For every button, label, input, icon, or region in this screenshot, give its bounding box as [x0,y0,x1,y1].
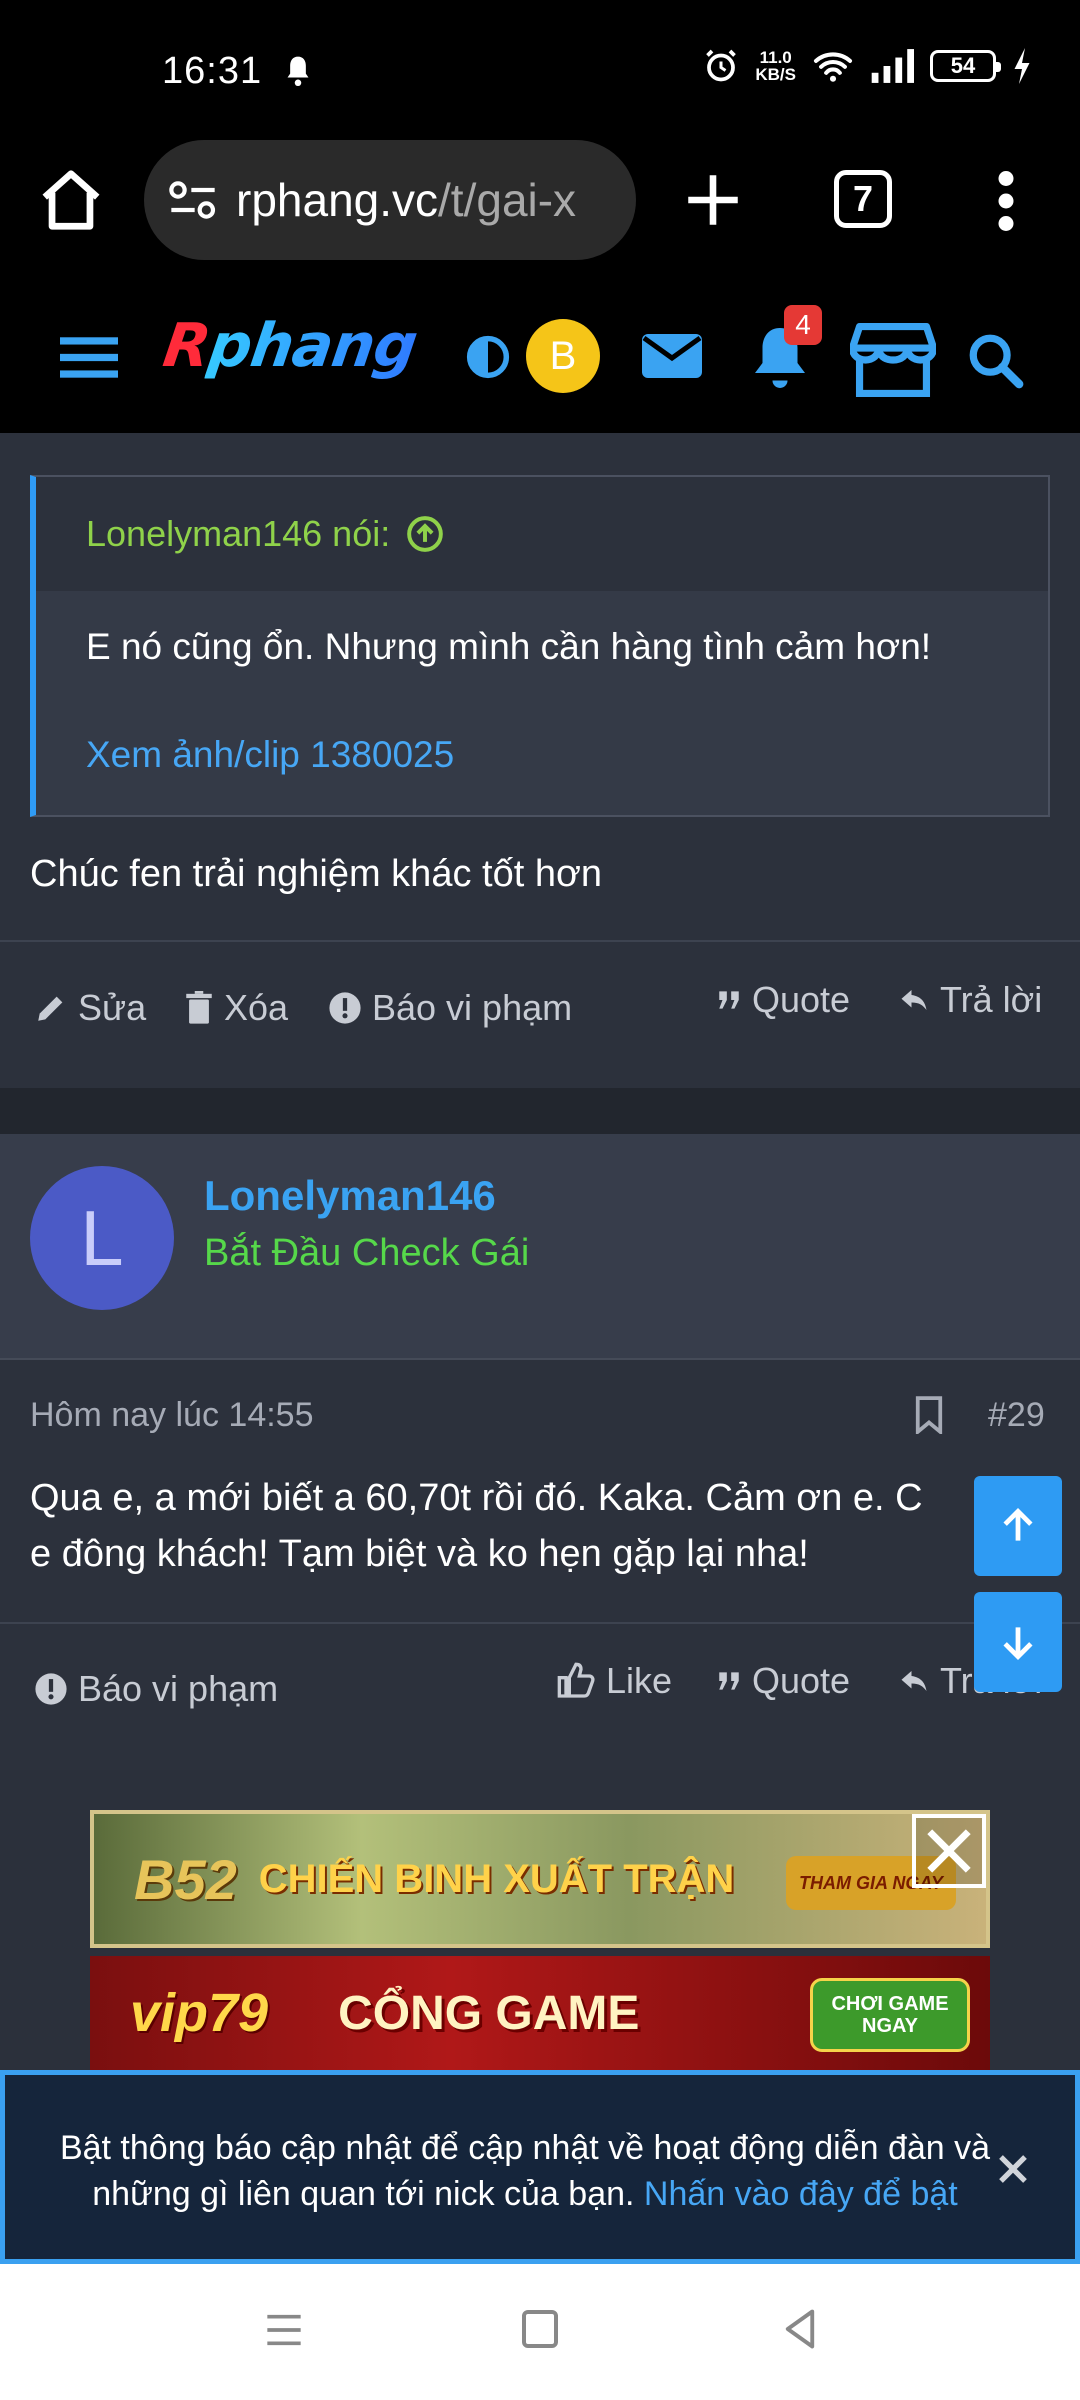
arrow-up-icon [1003,1507,1033,1541]
bookmark-icon[interactable] [914,1396,944,1434]
site-header: Rphang B 4 [0,265,1080,433]
browser-toolbar: rphang.vc/t/gai-x 7 [0,135,1080,265]
bell-icon [287,56,309,87]
post-text: Chúc fen trải nghiệm khác tốt hơn [30,853,603,895]
pencil-icon [38,996,63,1021]
report-button[interactable]: Báo vi phạm [34,1668,278,1710]
edit-button[interactable]: Sửa [34,987,146,1029]
post-separator [0,1088,1080,1134]
close-icon[interactable] [912,1814,986,1888]
home-icon[interactable] [36,165,106,235]
close-icon[interactable] [995,2151,1031,2187]
post-actions: Báo vi phạm Like Quote Trả lời [0,1654,1080,1724]
ad-logo: B52 [134,1847,237,1911]
quote-body: E nó cũng ổn. Nhưng mình cần hàng tình c… [36,591,1048,811]
trash-icon [186,991,212,1024]
status-time: 16:31 [162,50,263,92]
like-button[interactable]: Like [556,1660,672,1702]
site-logo[interactable]: Rphang [159,311,421,381]
enable-notifications-link[interactable]: Nhấn vào đây để bật [644,2175,958,2213]
post-previous: Lonelyman146 nói: E nó cũng ổn. Nhưng mì… [0,433,1080,1088]
post-29: L Lonelyman146 Bắt Đầu Check Gái Hôm nay… [0,1134,1080,1770]
tab-switcher-button[interactable]: 7 [834,170,892,228]
notification-count-badge: 4 [784,305,822,345]
user-avatar[interactable]: B [526,319,600,393]
push-notification-banner: Bật thông báo cập nhật để cập nhật về ho… [0,2070,1080,2264]
address-bar[interactable]: rphang.vc/t/gai-x [144,140,636,260]
new-tab-icon[interactable] [680,167,746,233]
quote-button[interactable]: Quote [716,1660,850,1702]
banner-ad-b52[interactable]: B52 CHIẾN BINH XUẤT TRẬN THAM GIA NGAY [90,1810,990,1948]
ad-headline: CỔNG GAME [338,1986,640,2040]
quote-header[interactable]: Lonelyman146 nói: [36,477,1048,591]
system-navigation-bar [0,2264,1080,2400]
battery-icon: 54 [930,50,1001,82]
mail-icon[interactable] [640,331,704,381]
post-text: Qua e, a mới biết a 60,70t rồi đó. Kaka.… [30,1477,923,1575]
recents-menu-icon[interactable] [264,2312,304,2348]
reply-icon [901,1671,927,1691]
theme-toggle-icon[interactable] [466,335,510,379]
alert-icon [35,1673,67,1705]
scroll-to-bottom-button[interactable] [974,1592,1062,1692]
divider [0,940,1080,942]
home-square-icon[interactable] [522,2310,558,2348]
quote-button[interactable]: Quote [716,979,850,1021]
ad-logo: vip79 [130,1983,269,2043]
scroll-to-top-button[interactable] [974,1476,1062,1576]
post-actions: Sửa Xóa Báo vi phạm Quote Trả lời [0,973,1080,1043]
charging-icon [1014,48,1030,84]
url-text: rphang.vc/t/gai-x [236,174,577,226]
quote-author: Lonelyman146 nói: [86,513,391,554]
quote-text: E nó cũng ổn. Nhưng mình cần hàng tình c… [86,626,932,667]
post-number[interactable]: #29 [988,1396,1045,1435]
status-icons: 11.0 KB/S 54 [703,48,1032,84]
thumbs-up-icon [557,1662,595,1698]
hamburger-menu-icon[interactable] [60,337,118,379]
net-speed: 11.0 KB/S [755,48,796,84]
ad-area: B52 CHIẾN BINH XUẤT TRẬN THAM GIA NGAY v… [0,1770,1080,2070]
site-settings-icon[interactable] [168,179,218,221]
quote-block: Lonelyman146 nói: E nó cũng ổn. Nhưng mì… [30,475,1050,817]
reply-button[interactable]: Trả lời [898,979,1042,1021]
store-icon[interactable] [850,321,936,399]
search-icon[interactable] [966,331,1024,389]
ad-cta-button[interactable]: CHƠI GAME NGAY [810,1978,970,2052]
ad-headline: CHIẾN BINH XUẤT TRẬN [258,1856,735,1901]
author-avatar[interactable]: L [30,1166,174,1310]
delete-button[interactable]: Xóa [184,987,288,1029]
jump-to-quote-icon[interactable] [406,515,444,553]
reply-icon [901,990,927,1010]
quote-media-link[interactable]: Xem ảnh/clip 1380025 [86,729,998,781]
author-title: Bắt Đầu Check Gái [204,1232,530,1274]
post-timestamp[interactable]: Hôm nay lúc 14:55 [30,1396,314,1435]
quote-icon [719,991,739,1009]
quote-icon [719,1672,739,1690]
report-button[interactable]: Báo vi phạm [328,987,572,1029]
alarm-icon [706,49,737,82]
post-author-header: L Lonelyman146 Bắt Đầu Check Gái [0,1134,1080,1360]
back-triangle-icon[interactable] [782,2308,818,2350]
author-username[interactable]: Lonelyman146 [204,1172,496,1220]
signal-icon [871,49,914,83]
status-bar: 16:31 11.0 KB/S 54 [0,0,1080,135]
wifi-icon [813,52,853,82]
more-menu-icon[interactable] [996,171,1016,231]
arrow-down-icon [1003,1627,1033,1661]
alert-icon [329,992,361,1024]
divider [0,1622,1080,1624]
banner-text: Bật thông báo cập nhật để cập nhật về ho… [59,2129,991,2213]
banner-ad-vip79[interactable]: vip79 CỔNG GAME CHƠI GAME NGAY [90,1956,990,2070]
